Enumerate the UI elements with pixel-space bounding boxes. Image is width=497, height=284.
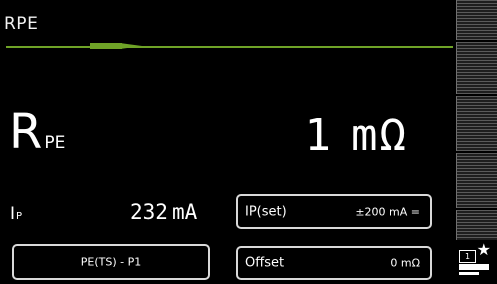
softkey-sidebar: 1 ★ [453,0,497,284]
mode-select-label: PE(TS) - P1 [80,255,142,269]
offset-value: 0 mΩ [390,256,420,270]
softkey-5[interactable] [456,210,497,240]
current-value-unit: mA [171,200,198,224]
offset-label: Offset [245,255,285,271]
favorite-number: 1 [459,250,476,263]
page-title: RPE [4,14,39,34]
softkey-1[interactable] [456,0,497,40]
ip-set-value: ±200 mA = [355,205,420,218]
ip-set-button[interactable]: IP(set) ±200 mA = [236,194,432,229]
mode-select-button[interactable]: PE(TS) - P1 [12,244,210,280]
softkey-3[interactable] [456,96,497,151]
measurement-symbol-sub: PE [44,133,66,153]
current-symbol: IP [10,204,22,224]
softkey-4[interactable] [456,153,497,208]
star-icon: ★ [476,240,491,259]
memory-bar-icon-lower [459,272,479,275]
progress-line [6,46,453,48]
ip-set-label: IP(set) [245,204,287,219]
measurement-value: 1 mΩ [305,114,408,158]
current-symbol-sub: P [16,211,23,222]
progress-indicator-tail [120,43,142,49]
measurement-value-number: 1 [304,110,334,161]
memory-bar-icon [459,264,489,270]
measurement-symbol-letter: R [9,104,43,160]
measurement-value-unit: mΩ [351,110,408,161]
current-value: 232 mA [130,200,197,224]
softkey-2[interactable] [456,42,497,94]
favorite-button[interactable]: 1 ★ [456,240,497,282]
measurement-screen: RPE R PE 1 mΩ IP 232 mA IP(set) ±200 mA = P… [0,0,453,284]
progress-indicator [90,43,122,49]
offset-button[interactable]: Offset 0 mΩ [236,246,432,280]
current-value-number: 232 [130,200,168,224]
measurement-symbol: R PE [9,108,65,167]
current-symbol-letter: I [10,204,16,224]
